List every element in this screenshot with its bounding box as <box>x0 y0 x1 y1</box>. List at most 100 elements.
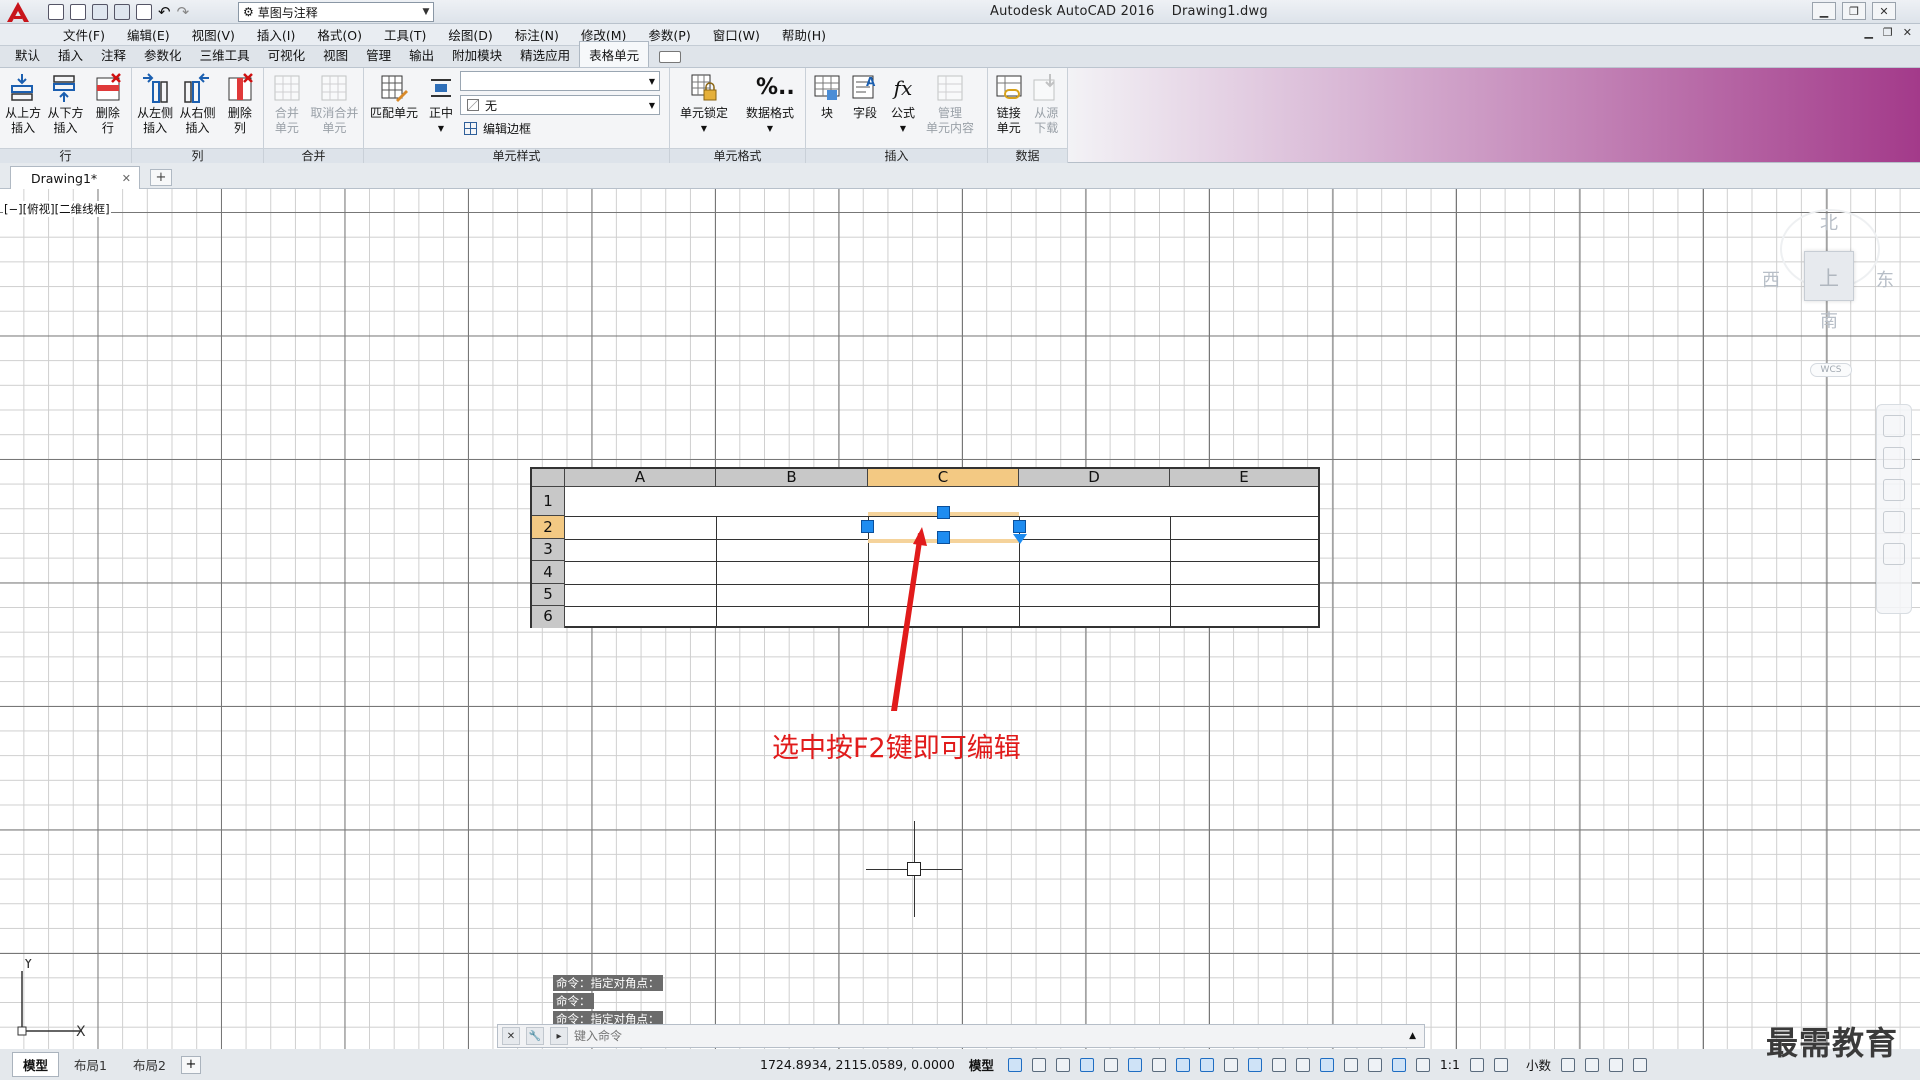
isometric-icon[interactable] <box>1151 1057 1166 1072</box>
menu-window[interactable]: 窗口(W) <box>702 25 771 44</box>
ortho-icon[interactable] <box>1103 1057 1118 1072</box>
viewcube-top-face[interactable]: 上 <box>1804 251 1854 301</box>
insert-row-below-button[interactable]: 从下方 插入 <box>46 72 84 136</box>
3d-osnap-icon[interactable] <box>1295 1057 1310 1072</box>
compass-east[interactable]: 东 <box>1876 266 1894 292</box>
tab-layout2[interactable]: 布局2 <box>122 1052 177 1077</box>
align-center-button[interactable]: 正中 ▼ <box>424 72 458 136</box>
menu-dimension[interactable]: 标注(N) <box>504 25 570 44</box>
annotation-scale[interactable]: 1:1 <box>1440 1057 1460 1072</box>
match-cell-button[interactable]: 匹配单元 <box>368 72 420 136</box>
compass-north[interactable]: 北 <box>1820 209 1838 235</box>
tab-default[interactable]: 默认 <box>6 45 49 67</box>
object-snap-icon[interactable] <box>1199 1057 1214 1072</box>
tab-insert[interactable]: 插入 <box>49 45 92 67</box>
insert-block-button[interactable]: 块 <box>810 72 844 136</box>
table-object[interactable]: A B C D E 1 2 3 4 5 6 <box>530 467 1320 628</box>
insert-formula-button[interactable]: fx 公式 ▼ <box>886 72 920 136</box>
new-document-button[interactable]: + <box>150 169 172 186</box>
selection-grip[interactable] <box>861 520 874 533</box>
transparency-icon[interactable] <box>1247 1057 1262 1072</box>
tab-visualize[interactable]: 可视化 <box>259 45 315 67</box>
annotation-monitor-icon[interactable] <box>1493 1057 1508 1072</box>
selection-filter-icon[interactable] <box>1343 1057 1358 1072</box>
wcs-menu[interactable]: WCS <box>1810 363 1852 377</box>
tab-addins[interactable]: 附加模块 <box>443 45 511 67</box>
column-header[interactable]: B <box>716 469 868 487</box>
tab-parametric[interactable]: 参数化 <box>135 45 191 67</box>
auto-scale-icon[interactable] <box>1415 1057 1430 1072</box>
pan-icon[interactable] <box>1883 447 1905 469</box>
link-cell-button[interactable]: 链接 单元 <box>992 72 1026 136</box>
ribbon-minimize-toggle-icon[interactable] <box>659 51 682 63</box>
command-input[interactable] <box>574 1029 1404 1043</box>
column-header[interactable]: D <box>1019 469 1170 487</box>
wrench-icon[interactable]: 🔧 <box>526 1027 544 1045</box>
application-menu-button[interactable] <box>0 0 36 24</box>
orbit-icon[interactable] <box>1883 511 1905 533</box>
drawing-area[interactable]: [−][俯视][二维线框] A B C D E 1 2 3 4 5 6 选中按F <box>0 189 1920 1049</box>
new-file-icon[interactable] <box>48 4 64 20</box>
snap-icon[interactable] <box>1031 1057 1046 1072</box>
save-icon[interactable] <box>92 4 108 20</box>
lineweight-icon[interactable] <box>1223 1057 1238 1072</box>
autofill-grip-icon[interactable] <box>1013 534 1027 546</box>
gizmo-icon[interactable] <box>1367 1057 1382 1072</box>
tab-model[interactable]: 模型 <box>12 1052 60 1077</box>
row-header-selected[interactable]: 2 <box>532 516 565 539</box>
menu-edit[interactable]: 编辑(E) <box>116 25 181 44</box>
steering-wheel-icon[interactable] <box>1883 415 1905 437</box>
selection-cycling-icon[interactable] <box>1271 1057 1286 1072</box>
delete-row-button[interactable]: 删除 行 <box>89 72 127 136</box>
compass-west[interactable]: 西 <box>1762 266 1780 292</box>
cell-locking-button[interactable]: 单元锁定 ▼ <box>678 72 730 136</box>
doc-close-icon[interactable]: ✕ <box>1903 26 1912 39</box>
tab-annotate[interactable]: 注释 <box>92 45 135 67</box>
tab-view[interactable]: 视图 <box>314 45 357 67</box>
tab-3d-tools[interactable]: 三维工具 <box>191 45 259 67</box>
tab-table-cell[interactable]: 表格单元 <box>579 41 650 67</box>
background-fill-dropdown[interactable]: 无 ▼ <box>460 95 660 115</box>
save-as-icon[interactable] <box>114 4 130 20</box>
ucs-icon[interactable]: Y X <box>14 959 94 1039</box>
column-header[interactable]: E <box>1170 469 1318 487</box>
dynamic-ucs-icon[interactable] <box>1319 1057 1334 1072</box>
doc-restore-icon[interactable]: ❐ <box>1883 26 1893 39</box>
close-icon[interactable]: ✕ <box>502 1027 520 1045</box>
menu-tools[interactable]: 工具(T) <box>373 25 437 44</box>
insert-column-left-button[interactable]: 从左侧 插入 <box>136 72 174 136</box>
grid-icon[interactable] <box>1007 1057 1022 1072</box>
polar-tracking-icon[interactable] <box>1127 1057 1142 1072</box>
row-header[interactable]: 3 <box>532 539 565 561</box>
selection-grip[interactable] <box>937 531 950 544</box>
menu-insert[interactable]: 插入(I) <box>246 25 306 44</box>
manage-cell-content-button[interactable]: 管理 单元内容 <box>924 72 976 136</box>
cell-style-dropdown[interactable]: ▼ <box>460 71 660 91</box>
doc-minimize-icon[interactable]: ▁ <box>1864 26 1872 39</box>
insert-row-above-button[interactable]: 从上方 插入 <box>4 72 42 136</box>
plot-icon[interactable] <box>136 4 152 20</box>
minimize-button[interactable]: ▁ <box>1812 2 1836 20</box>
viewcube[interactable]: 北 南 东 西 上 WCS <box>1752 189 1920 377</box>
dynamic-input-icon[interactable] <box>1079 1057 1094 1072</box>
redo-icon[interactable]: ↷ <box>177 3 190 21</box>
isolate-objects-icon[interactable] <box>1608 1057 1623 1072</box>
row-header[interactable]: 5 <box>532 584 565 606</box>
restore-button[interactable]: ❐ <box>1842 2 1866 20</box>
merge-cells-button[interactable]: 合并 单元 <box>268 72 306 136</box>
zoom-icon[interactable] <box>1883 479 1905 501</box>
workspace-switching-icon[interactable] <box>1469 1057 1484 1072</box>
selection-grip[interactable] <box>937 506 950 519</box>
viewport-controls[interactable]: [−][俯视][二维线框] <box>3 201 111 217</box>
insert-column-right-button[interactable]: 从右侧 插入 <box>178 72 216 136</box>
document-tab[interactable]: Drawing1* ✕ <box>10 166 140 189</box>
menu-draw[interactable]: 绘图(D) <box>437 25 503 44</box>
delete-column-button[interactable]: 删除 列 <box>221 72 259 136</box>
menu-view[interactable]: 视图(V) <box>181 25 246 44</box>
close-icon[interactable]: ✕ <box>122 172 131 185</box>
tab-output[interactable]: 输出 <box>400 45 443 67</box>
annotation-visibility-icon[interactable] <box>1391 1057 1406 1072</box>
menu-format[interactable]: 格式(O) <box>306 25 373 44</box>
lock-ui-icon[interactable] <box>1584 1057 1599 1072</box>
command-prompt-icon[interactable]: ▸ <box>550 1027 568 1045</box>
